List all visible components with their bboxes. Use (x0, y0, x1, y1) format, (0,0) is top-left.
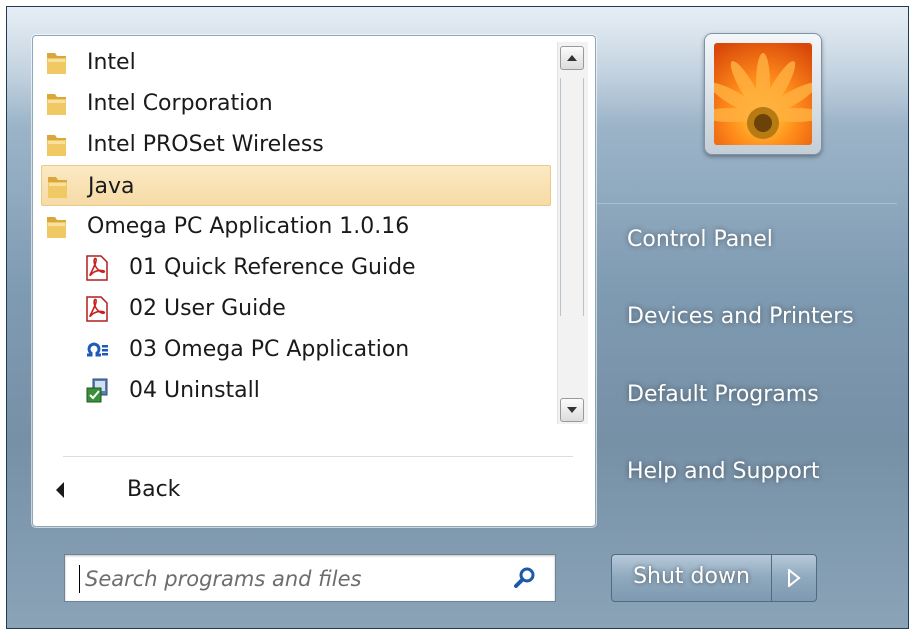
list-item-intel-proset-wireless[interactable]: Intel PROSet Wireless (41, 124, 551, 165)
divider (63, 456, 573, 457)
folder-icon (48, 177, 67, 198)
pdf-icon (86, 255, 108, 281)
shut-down-options-button[interactable] (771, 554, 817, 602)
scroll-thumb[interactable] (560, 78, 584, 316)
back-label: Back (127, 477, 181, 502)
user-picture-frame[interactable] (704, 33, 822, 155)
right-panel-divider (597, 203, 897, 204)
list-item-label: Intel PROSet Wireless (87, 132, 324, 157)
scroll-down-button[interactable] (560, 398, 584, 422)
folder-icon (47, 135, 66, 156)
triangle-left-icon (56, 482, 64, 498)
text-caret (79, 565, 80, 593)
shut-down-button[interactable]: Shut down (611, 554, 771, 602)
search-box[interactable] (64, 554, 556, 602)
uninstall-icon (86, 378, 108, 403)
list-item-omega-pc-application[interactable]: Omega PC Application 1.0.16 (41, 206, 551, 247)
programs-list: Intel Intel Corporation Intel PROSet Wir… (41, 42, 551, 432)
list-item-label: 03 Omega PC Application (129, 337, 410, 362)
folder-icon (47, 94, 66, 115)
devices-and-printers-link[interactable]: Devices and Printers (627, 304, 854, 329)
folder-icon (47, 217, 66, 238)
control-panel-link[interactable]: Control Panel (627, 227, 773, 252)
programs-pane: Intel Intel Corporation Intel PROSet Wir… (32, 35, 596, 527)
pdf-icon (86, 296, 108, 322)
flower-avatar-icon (714, 43, 812, 145)
folder-icon (47, 53, 66, 74)
list-item-omega-pc-application-shortcut[interactable]: 03 Omega PC Application (41, 329, 551, 370)
scroll-up-button[interactable] (560, 46, 584, 70)
triangle-right-icon (788, 569, 801, 587)
programs-scrollbar[interactable] (557, 42, 588, 424)
search-input[interactable] (83, 561, 507, 597)
list-item-label: Intel (87, 50, 136, 75)
list-item-label: Intel Corporation (87, 91, 273, 116)
list-item-uninstall[interactable]: 04 Uninstall (41, 370, 551, 411)
list-item-label: Omega PC Application 1.0.16 (87, 214, 410, 239)
list-item-label: 01 Quick Reference Guide (129, 255, 416, 280)
back-button[interactable]: Back (41, 470, 571, 510)
start-menu: Intel Intel Corporation Intel PROSet Wir… (6, 6, 909, 629)
list-item-intel-corporation[interactable]: Intel Corporation (41, 83, 551, 124)
help-and-support-link[interactable]: Help and Support (627, 459, 820, 484)
list-item-user-guide[interactable]: 02 User Guide (41, 288, 551, 329)
list-item-intel[interactable]: Intel (41, 42, 551, 83)
triangle-down-icon (567, 407, 577, 413)
list-item-label: 02 User Guide (129, 296, 286, 321)
list-item-label: Java (88, 174, 135, 199)
default-programs-link[interactable]: Default Programs (627, 382, 819, 407)
list-item-java[interactable]: Java (41, 165, 551, 206)
list-item-quick-reference-guide[interactable]: 01 Quick Reference Guide (41, 247, 551, 288)
list-item-label: 04 Uninstall (129, 378, 260, 403)
search-icon[interactable] (513, 566, 537, 590)
triangle-up-icon (567, 55, 577, 61)
omega-app-icon (87, 342, 108, 357)
